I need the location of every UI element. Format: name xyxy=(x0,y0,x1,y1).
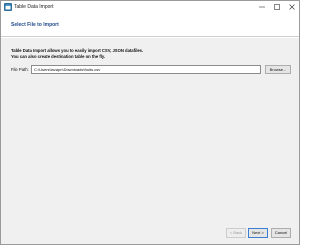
file-path-input[interactable] xyxy=(31,65,261,74)
page-title: Select File to Import xyxy=(11,22,59,28)
minimize-icon xyxy=(259,6,265,8)
description-line-1: Table Data Import allows you to easily i… xyxy=(11,48,144,53)
maximize-icon xyxy=(274,4,280,10)
file-path-label: File Path: xyxy=(11,67,29,72)
close-button[interactable] xyxy=(284,1,300,13)
close-icon xyxy=(289,4,295,10)
next-button[interactable]: Next > xyxy=(248,228,268,238)
maximize-button[interactable] xyxy=(269,1,285,13)
minimize-button[interactable] xyxy=(254,1,270,13)
title-bar: Table Data Import xyxy=(1,1,299,13)
description-text: Table Data Import allows you to easily i… xyxy=(11,48,143,59)
import-dialog-window: Table Data Import Select File to Import … xyxy=(0,0,300,245)
wizard-header: Select File to Import xyxy=(1,13,299,37)
browse-button[interactable]: Browse... xyxy=(265,65,291,74)
wizard-content: Table Data Import allows you to easily i… xyxy=(1,38,299,221)
window-title: Table Data Import xyxy=(14,4,54,10)
app-icon xyxy=(4,3,12,11)
wizard-footer: < Back Next > Cancel xyxy=(1,221,299,244)
cancel-button[interactable]: Cancel xyxy=(271,228,291,238)
description-line-2: You can also create destination table on… xyxy=(11,53,106,59)
back-button[interactable]: < Back xyxy=(226,228,246,238)
